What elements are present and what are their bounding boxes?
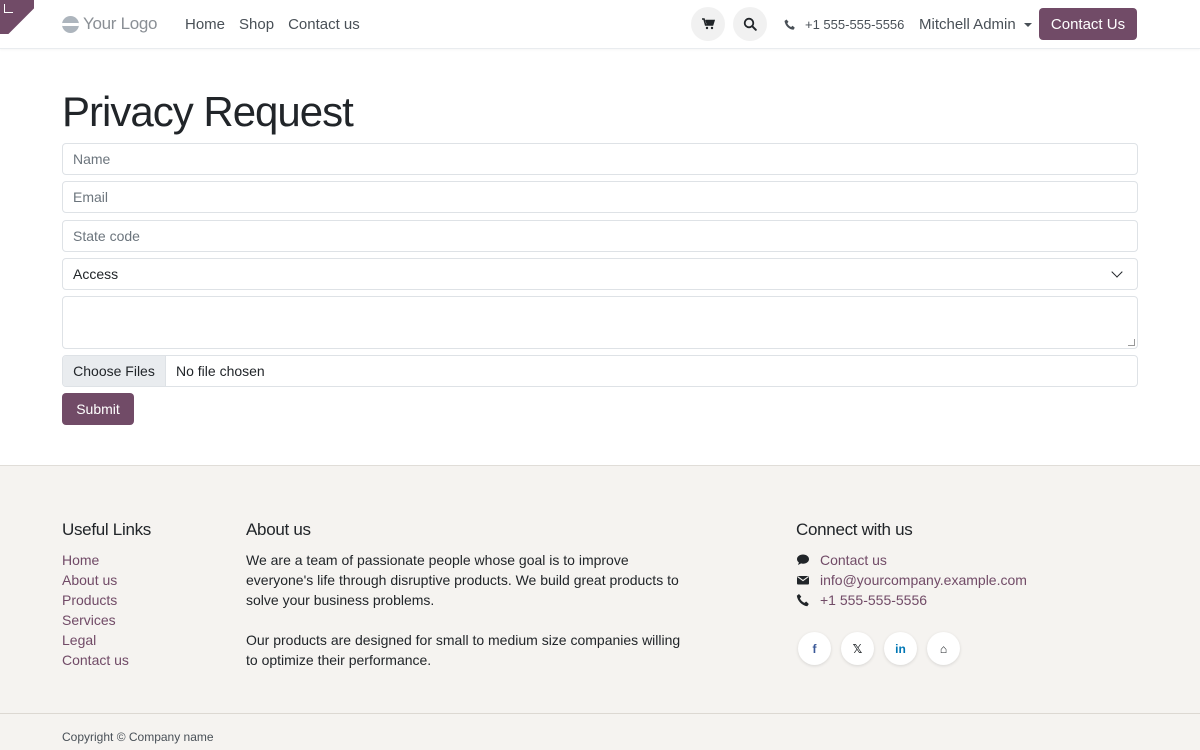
connect-phone-text: +1 555-555-5556: [820, 592, 928, 608]
user-name: Mitchell Admin: [919, 16, 1016, 33]
nav-shop[interactable]: Shop: [239, 16, 274, 33]
linkedin-icon[interactable]: in: [884, 632, 917, 665]
connect-section: Connect with us Contact us info@yourcomp…: [796, 520, 1027, 665]
site-header: Your Logo Home Shop Contact us +1 555-55…: [0, 0, 1200, 49]
header-phone[interactable]: +1 555-555-5556: [784, 17, 904, 32]
resize-handle-icon[interactable]: [1128, 339, 1135, 346]
connect-contact-text: Contact us: [820, 552, 887, 568]
logo-mark-icon: [62, 15, 79, 33]
caret-down-icon: [1023, 22, 1032, 27]
footer-link-about-us[interactable]: About us: [62, 570, 151, 590]
connect-email-link[interactable]: info@yourcompany.example.com: [796, 570, 1027, 590]
header-phone-number: +1 555-555-5556: [805, 17, 905, 32]
chevron-down-icon: [1111, 266, 1123, 278]
submit-button[interactable]: Submit: [62, 393, 134, 425]
comment-icon: [797, 554, 809, 565]
user-menu[interactable]: Mitchell Admin: [919, 16, 1032, 33]
main-nav: Home Shop Contact us: [185, 16, 360, 33]
footer-link-home[interactable]: Home: [62, 550, 151, 570]
search-button[interactable]: [733, 7, 767, 41]
email-input[interactable]: [62, 181, 1138, 213]
state-code-input[interactable]: [62, 220, 1138, 252]
x-twitter-icon[interactable]: 𝕏: [841, 632, 874, 665]
envelope-icon: [797, 576, 809, 585]
site-footer: Useful Links Home About us Products Serv…: [0, 465, 1200, 750]
choose-files-button[interactable]: Choose Files: [63, 356, 166, 386]
home-icon[interactable]: ⌂: [927, 632, 960, 665]
search-icon: [743, 17, 757, 31]
nav-home[interactable]: Home: [185, 16, 225, 33]
nav-contact-us[interactable]: Contact us: [288, 16, 360, 33]
details-textarea[interactable]: [62, 296, 1138, 349]
request-type-select[interactable]: Access: [62, 258, 1138, 290]
footer-link-services[interactable]: Services: [62, 610, 151, 630]
phone-icon: [796, 594, 809, 607]
footer-link-products[interactable]: Products: [62, 590, 151, 610]
social-links: f 𝕏 in ⌂: [798, 632, 1027, 665]
facebook-icon[interactable]: f: [798, 632, 831, 665]
logo-text: Your Logo: [83, 14, 158, 33]
cart-icon: [701, 18, 715, 30]
page-title: Privacy Request: [62, 88, 354, 135]
connect-email-text: info@yourcompany.example.com: [820, 572, 1027, 588]
useful-links-section: Useful Links Home About us Products Serv…: [62, 520, 151, 670]
about-paragraph-1: We are a team of passionate people whose…: [246, 552, 679, 608]
corner-icon: [4, 4, 13, 13]
about-title: About us: [246, 520, 311, 539]
connect-phone-link[interactable]: +1 555-555-5556: [796, 590, 1027, 610]
contact-us-button[interactable]: Contact Us: [1039, 8, 1137, 40]
file-input[interactable]: Choose Files No file chosen: [62, 355, 1138, 387]
copyright-text: Copyright © Company name: [62, 730, 214, 744]
name-input[interactable]: [62, 143, 1138, 175]
logo[interactable]: Your Logo: [62, 14, 158, 34]
phone-icon: [784, 19, 795, 30]
about-paragraph-2: Our products are designed for small to m…: [246, 632, 681, 668]
connect-title: Connect with us: [796, 520, 913, 539]
connect-contact-link[interactable]: Contact us: [796, 550, 1027, 570]
cart-button[interactable]: [691, 7, 725, 41]
about-section: About us We are a team of passionate peo…: [246, 520, 686, 670]
file-status: No file chosen: [176, 363, 265, 379]
useful-links-title: Useful Links: [62, 520, 151, 539]
footer-link-contact-us[interactable]: Contact us: [62, 650, 151, 670]
copyright-bar: Copyright © Company name: [0, 713, 1200, 750]
footer-link-legal[interactable]: Legal: [62, 630, 151, 650]
request-type-value: Access: [73, 266, 119, 282]
